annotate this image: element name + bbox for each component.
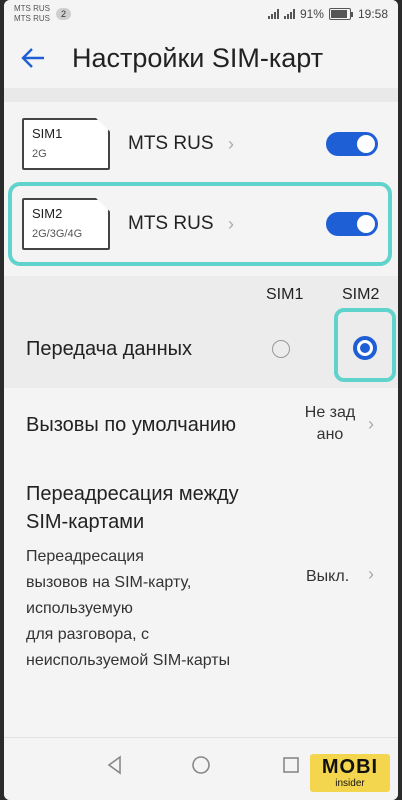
- signal-icon-2: [283, 9, 295, 19]
- forwarding-title-line2: SIM-картами: [26, 511, 145, 533]
- forwarding-row[interactable]: Переадресация между SIM-картами Переадре…: [4, 474, 398, 684]
- sim-card-icon: SIM1 2G: [22, 118, 110, 170]
- sim1-toggle[interactable]: [326, 132, 378, 156]
- column-header-sim2: SIM2: [342, 286, 380, 303]
- battery-percent: 91%: [299, 7, 324, 21]
- forwarding-title-line1: Переадресация между: [26, 483, 239, 505]
- nav-home-button[interactable]: [190, 754, 212, 781]
- sim-operator: MTS RUS: [128, 133, 214, 154]
- forwarding-desc-line: неиспользуемой SIM-карты: [26, 652, 231, 669]
- highlight-frame-radio: [334, 308, 396, 382]
- forwarding-value: Выкл.: [306, 568, 350, 585]
- back-button[interactable]: [20, 42, 52, 74]
- default-calls-value-line1: Не зад: [304, 404, 356, 421]
- default-calls-value-line2: ано: [316, 426, 344, 443]
- chevron-right-icon: ›: [228, 133, 234, 154]
- navigation-bar: MOBI insider: [4, 737, 398, 800]
- sim-network: 2G: [32, 148, 47, 160]
- forwarding-description: Переадресация вызовов на SIM-карту, испо…: [26, 544, 230, 674]
- default-calls-row[interactable]: Вызовы по умолчанию Не зад ано ›: [4, 392, 398, 462]
- watermark-logo: MOBI insider: [310, 754, 390, 792]
- forwarding-desc-line: используемую: [26, 600, 133, 617]
- forwarding-desc-line: вызовов на SIM-карту,: [26, 574, 192, 591]
- highlight-frame-sim2: [8, 182, 392, 266]
- sim-slot-label: SIM1: [32, 126, 63, 141]
- carrier-2: MTS RUS: [14, 14, 50, 23]
- forwarding-desc-line: Переадресация: [26, 548, 144, 565]
- column-header-sim1: SIM1: [266, 286, 304, 303]
- data-transfer-label: Передача данных: [26, 338, 193, 360]
- app-header: Настройки SIM-карт: [4, 28, 398, 88]
- nav-recents-button[interactable]: [280, 754, 302, 781]
- chevron-right-icon: ›: [368, 564, 374, 584]
- notification-badge: 2: [56, 8, 72, 20]
- data-sim1-radio[interactable]: [272, 340, 290, 358]
- square-recents-icon: [283, 757, 299, 773]
- battery-icon: [328, 8, 353, 20]
- sim1-row[interactable]: SIM1 2G MTS RUS ›: [4, 106, 398, 182]
- carrier-names: MTS RUS MTS RUS: [14, 4, 50, 24]
- forwarding-desc-line: для разговора, с: [26, 626, 150, 643]
- watermark-line2: insider: [335, 778, 365, 789]
- nav-back-button[interactable]: [104, 754, 126, 781]
- clock: 19:58: [357, 7, 388, 21]
- carrier-1: MTS RUS: [14, 4, 50, 13]
- phone-screen: MTS RUS MTS RUS 2 91% 19:58 Настройки SI…: [4, 0, 398, 800]
- forwarding-title: Переадресация между SIM-картами: [26, 480, 239, 536]
- page-title: Настройки SIM-карт: [72, 42, 324, 73]
- triangle-back-icon: [107, 755, 121, 775]
- watermark-line1: MOBI: [321, 756, 379, 778]
- default-calls-value: Не зад ано: [298, 402, 362, 446]
- circle-home-icon: [192, 756, 210, 774]
- default-calls-label: Вызовы по умолчанию: [26, 414, 237, 436]
- status-bar: MTS RUS MTS RUS 2 91% 19:58: [4, 0, 398, 28]
- chevron-right-icon: ›: [368, 414, 374, 434]
- signal-icon: [267, 9, 279, 19]
- arrow-left-icon: [21, 48, 44, 68]
